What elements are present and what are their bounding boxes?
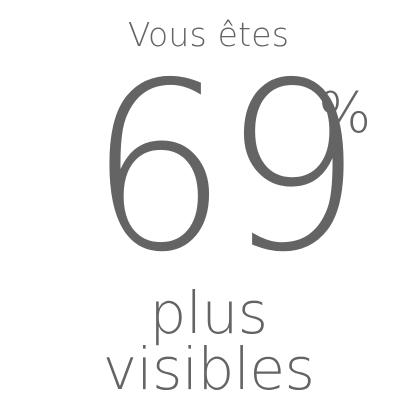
stat-suffix-line1: plus xyxy=(149,279,268,347)
stat-suffix-line2: visibles xyxy=(102,335,315,403)
percent-sign: % xyxy=(318,81,372,146)
stat-card: Vous êtes 69 % plus visibles xyxy=(0,0,417,417)
stat-value: 69 xyxy=(88,33,363,303)
